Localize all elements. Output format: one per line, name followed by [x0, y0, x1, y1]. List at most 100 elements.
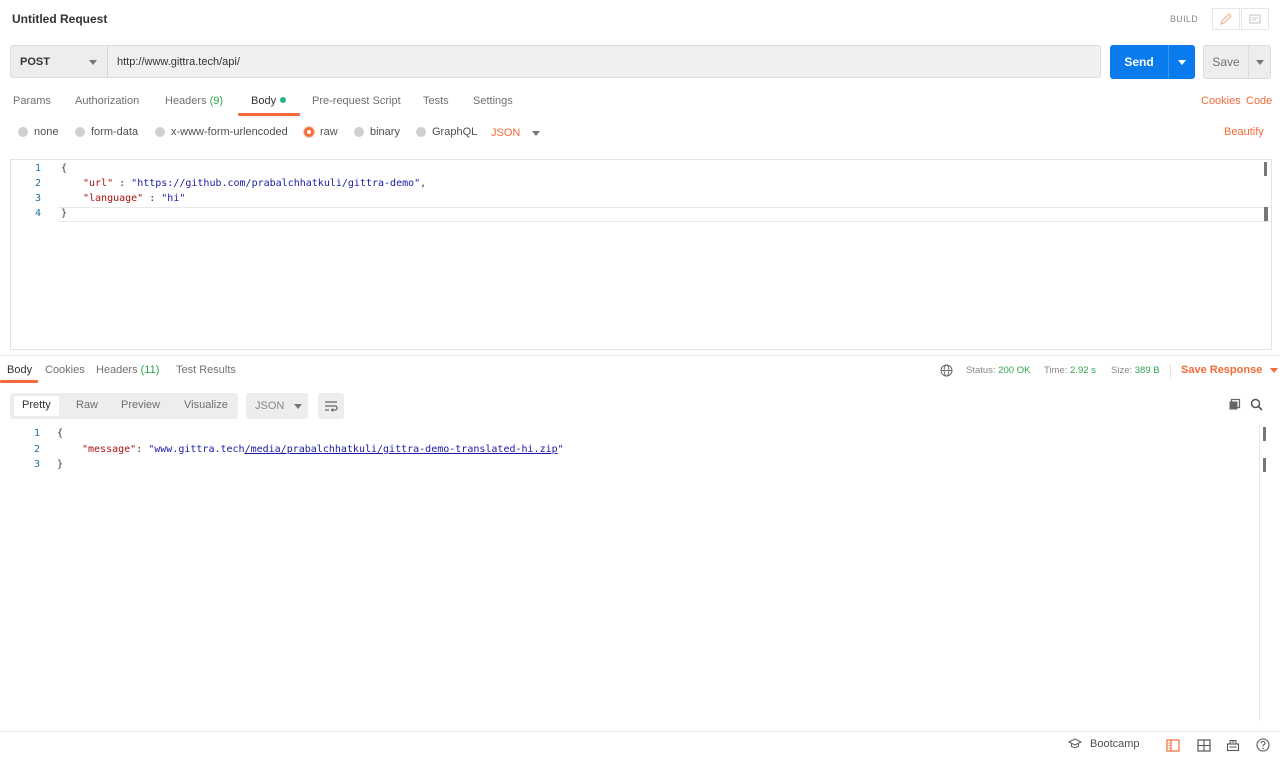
chevron-down-icon [1255, 59, 1264, 65]
two-pane-view-icon[interactable] [1166, 739, 1180, 752]
time-label: Time: [1044, 365, 1068, 376]
tab-response-headers-label: Headers [96, 364, 138, 376]
radio-raw[interactable]: raw [304, 126, 338, 138]
radio-label: x-www-form-urlencoded [171, 126, 288, 138]
response-format-select[interactable]: JSON [246, 393, 308, 419]
view-preview-button[interactable]: Preview [121, 399, 160, 411]
tab-test-results[interactable]: Test Results [176, 364, 236, 376]
tab-response-headers[interactable]: Headers (11) [96, 364, 159, 376]
radio-binary[interactable]: binary [354, 126, 400, 138]
radio-graphql[interactable]: GraphQL [416, 126, 477, 138]
copy-icon[interactable] [1228, 398, 1241, 411]
response-tabs: Body Cookies Headers (11) Test Results S… [0, 362, 1280, 384]
json-separator: : [143, 193, 162, 204]
radio-dot [354, 127, 364, 137]
tab-headers-count: (9) [209, 95, 224, 107]
json-key: "url" [83, 178, 114, 189]
time-info: Time: 2.92 s [1044, 365, 1096, 376]
radio-label: form-data [91, 126, 139, 138]
tab-body[interactable]: Body [251, 95, 287, 107]
body-format-select[interactable]: JSON [491, 127, 541, 139]
scrollbar-thumb[interactable] [1264, 162, 1267, 176]
line-number: 3 [34, 193, 41, 204]
layout-icon[interactable] [1197, 739, 1211, 752]
pencil-icon [1220, 13, 1232, 25]
scrollbar-thumb[interactable] [1263, 427, 1266, 441]
tab-response-body[interactable]: Body [7, 364, 32, 376]
code-link[interactable]: Code [1246, 95, 1272, 107]
code-line: "message": "www.gittra.tech/media/prabal… [82, 444, 564, 455]
active-tab-indicator [0, 380, 38, 383]
json-value: "https://github.com/prabalchhatkuli/gitt… [131, 178, 421, 189]
save-options-button[interactable] [1249, 59, 1270, 65]
radio-form-data[interactable]: form-data [75, 126, 138, 138]
send-label: Send [1124, 55, 1154, 69]
chevron-down-icon [89, 60, 97, 65]
wrap-lines-button[interactable] [318, 393, 344, 419]
tab-headers-label: Headers [165, 95, 207, 107]
tab-authorization[interactable]: Authorization [75, 95, 139, 107]
divider [1170, 364, 1171, 378]
view-visualize-button[interactable]: Visualize [184, 399, 228, 411]
send-options-button[interactable] [1169, 59, 1195, 65]
search-icon[interactable] [1250, 398, 1263, 411]
save-label: Save [1212, 55, 1240, 69]
tab-tests[interactable]: Tests [423, 95, 449, 107]
status-bar: Bootcamp [0, 735, 1280, 757]
beautify-link[interactable]: Beautify [1224, 126, 1264, 138]
send-button[interactable]: Send [1110, 45, 1195, 79]
code-area: 1 { 2 "url" : "https://github.com/prabal… [11, 160, 1271, 349]
chevron-down-icon [1178, 59, 1186, 65]
comment-icon [1249, 14, 1261, 24]
json-key: "language" [83, 193, 144, 204]
scrollbar-thumb[interactable] [1263, 458, 1266, 472]
line-number: 3 [33, 459, 40, 470]
radio-dot [75, 127, 85, 137]
response-format-value: JSON [255, 400, 285, 412]
line-number: 4 [34, 208, 41, 219]
tab-pre-request-script[interactable]: Pre-request Script [312, 95, 401, 107]
request-body-editor[interactable]: 1 { 2 "url" : "https://github.com/prabal… [10, 159, 1272, 350]
url-input[interactable]: http://www.gittra.tech/api/ [107, 45, 1101, 78]
view-raw-button[interactable]: Raw [76, 399, 98, 411]
radio-label: none [34, 126, 59, 138]
tab-headers[interactable]: Headers (9) [165, 95, 223, 107]
code-line: } [61, 208, 68, 219]
code-line: "language" : "hi" [83, 193, 185, 204]
edit-button[interactable] [1212, 8, 1240, 30]
chevron-down-icon [532, 130, 541, 136]
divider [1259, 425, 1260, 721]
json-value-end: " [557, 444, 564, 455]
cookies-link[interactable]: Cookies [1201, 95, 1241, 107]
body-type-options: none form-data x-www-form-urlencoded raw… [0, 124, 1280, 142]
graduation-cap-icon [1068, 738, 1082, 749]
request-title[interactable]: Untitled Request [12, 12, 107, 26]
url-value: http://www.gittra.tech/api/ [117, 55, 240, 68]
status-label: Status: [966, 365, 996, 376]
radio-label: binary [370, 126, 400, 138]
tab-params[interactable]: Params [13, 95, 51, 107]
save-response-button[interactable]: Save Response [1181, 364, 1279, 376]
radio-none[interactable]: none [18, 126, 58, 138]
body-indicator-dot [280, 97, 287, 103]
line-number: 1 [33, 428, 40, 439]
save-button[interactable]: Save [1203, 45, 1271, 79]
code-area: 1 { 2 "message": "www.gittra.tech/media/… [10, 425, 1260, 485]
bootcamp-button[interactable]: Bootcamp [1068, 738, 1140, 750]
json-separator: : [136, 444, 149, 455]
keyboard-shortcuts-icon[interactable] [1226, 738, 1240, 752]
view-pretty-button[interactable]: Pretty [14, 396, 59, 416]
response-link[interactable]: /media/prabalchhatkuli/gittra-demo-trans… [245, 444, 558, 455]
help-icon[interactable] [1256, 738, 1270, 752]
tab-response-cookies[interactable]: Cookies [45, 364, 85, 376]
radio-x-www-form-urlencoded[interactable]: x-www-form-urlencoded [155, 126, 288, 138]
tab-settings[interactable]: Settings [473, 95, 513, 107]
comments-button[interactable] [1241, 8, 1269, 30]
response-body-viewer[interactable]: 1 { 2 "message": "www.gittra.tech/media/… [10, 425, 1272, 725]
line-number: 2 [33, 444, 40, 455]
method-select[interactable]: POST [10, 45, 108, 78]
build-mode-label[interactable]: BUILD [1170, 14, 1198, 24]
divider [0, 355, 1280, 356]
request-tabs: Params Authorization Headers (9) Body Pr… [0, 92, 1280, 116]
globe-icon[interactable] [940, 364, 953, 377]
